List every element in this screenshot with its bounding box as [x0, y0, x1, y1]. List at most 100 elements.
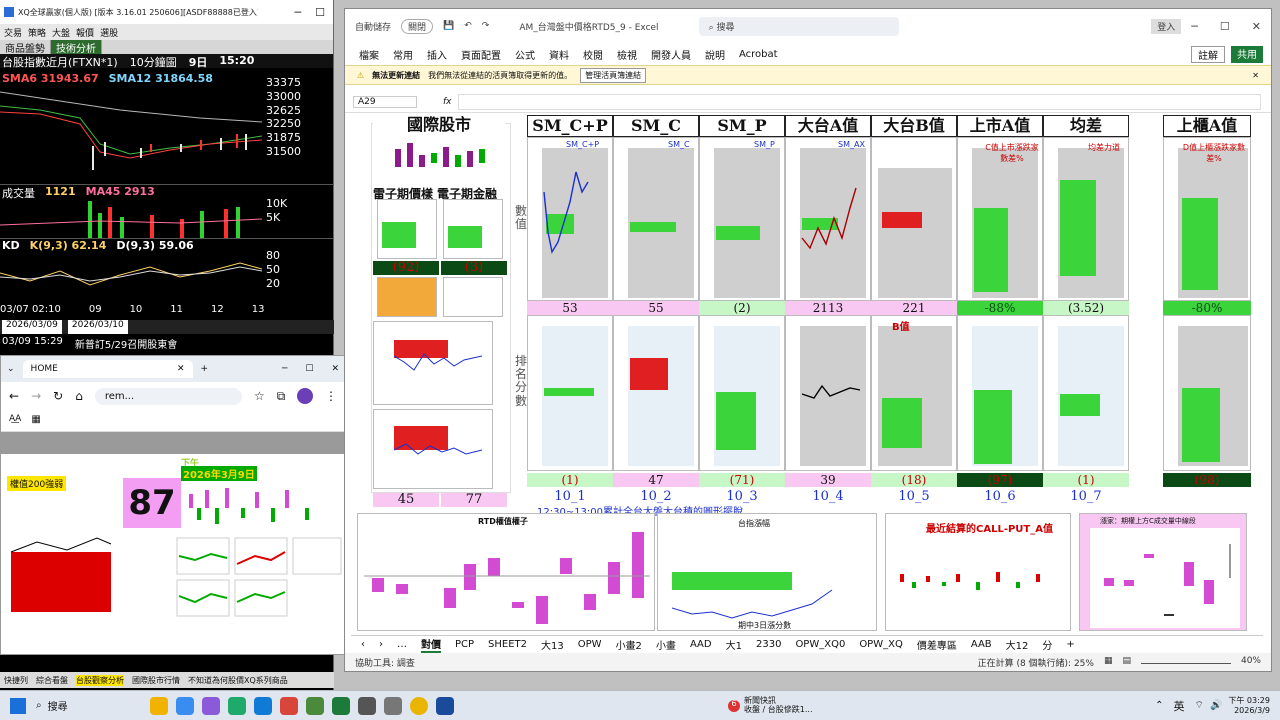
redo-icon[interactable]: ↷ — [482, 21, 490, 31]
excel-taskbar-icon[interactable] — [332, 696, 350, 715]
value-cell[interactable]: 2113 — [785, 301, 871, 315]
volume-chart[interactable]: 成交量 1121 MA45 2913 10K 5K — [0, 184, 334, 239]
chart2-avg-diff[interactable] — [1043, 315, 1129, 471]
ribbon-tab-developer[interactable]: 開發人員 — [651, 47, 691, 62]
sheet-tab[interactable]: OPW — [578, 639, 602, 650]
sheet-tab[interactable]: OPW_XQ0 — [795, 639, 845, 650]
sheet-tab[interactable]: 小畫2 — [616, 637, 642, 652]
chart-big-a[interactable]: SM_AX — [785, 137, 871, 301]
taskbar-app-icon[interactable] — [228, 696, 246, 715]
xq-menu-screener[interactable]: 選股 — [100, 26, 118, 39]
forward-icon[interactable]: → — [31, 389, 41, 403]
mini-chart-elec-1[interactable] — [377, 199, 437, 259]
chart-otc-a[interactable]: D值上櫃漲跌家數差% — [1163, 137, 1251, 301]
ribbon-tab-review[interactable]: 校閱 — [583, 47, 603, 62]
comment-button[interactable]: 註解 — [1191, 45, 1225, 63]
xq-bottom-tab[interactable]: 快捷列 — [4, 675, 28, 686]
chart2-sm-cp[interactable] — [527, 315, 613, 471]
sheet-tab[interactable]: AAD — [690, 639, 712, 650]
mini-chart-2[interactable] — [443, 277, 503, 317]
xq-bottom-tab[interactable]: 不知道為何股價XQ系列商品 — [188, 675, 288, 686]
ribbon-tab-help[interactable]: 說明 — [705, 47, 725, 62]
minimize-icon[interactable]: ─ — [282, 364, 287, 374]
kd-chart[interactable]: KD K(9,3) 62.14 D(9,3) 59.06 80 50 20 — [0, 238, 334, 304]
ribbon-tab-insert[interactable]: 插入 — [427, 47, 447, 62]
address-bar[interactable]: rem... — [94, 387, 242, 405]
bottom-chart-callput[interactable]: 最近結算的CALL-PUT_A值 — [885, 513, 1071, 631]
sheet-tab[interactable]: 大13 — [541, 637, 564, 652]
ticker-news[interactable]: 新普訂5/29召開股東會 — [75, 336, 177, 352]
zoom-level[interactable]: 40% — [1241, 656, 1261, 669]
left-value[interactable]: (3) — [441, 261, 507, 275]
zoom-slider[interactable] — [1140, 656, 1231, 664]
sheet-tab[interactable]: 小畫 — [656, 637, 676, 652]
close-icon[interactable]: ✕ — [1252, 20, 1261, 33]
minimize-icon[interactable]: ─ — [1191, 20, 1198, 33]
minimize-icon[interactable]: ─ — [295, 6, 302, 19]
xq-tab-technical[interactable]: 技術分析 — [51, 40, 102, 55]
chart-sm-c[interactable]: SM_C — [613, 137, 699, 301]
sheet-tab[interactable]: SHEET2 — [488, 639, 527, 650]
excel-title-bar[interactable]: 自動儲存 關閉 💾 ↶ ↷ AM_台灣盤中價格RTD5_9 - Excel ⌕ … — [345, 9, 1271, 43]
windows-start-icon[interactable] — [10, 697, 26, 714]
chart-avg-diff[interactable]: 均差力道 — [1043, 137, 1129, 301]
save-icon[interactable]: 💾 — [443, 21, 454, 31]
back-icon[interactable]: ← — [9, 389, 19, 403]
xq-bottom-tab[interactable]: 國際股市行情 — [132, 675, 180, 686]
clock[interactable]: 下午 03:29 2026/3/9 — [1228, 696, 1280, 715]
sheet-next-icon[interactable]: › — [379, 639, 383, 650]
share-button[interactable]: 共用 — [1231, 45, 1263, 63]
rank-cell[interactable]: (1) — [1043, 473, 1129, 487]
taskbar-app-icon[interactable] — [150, 696, 168, 715]
sheet-more-icon[interactable]: … — [397, 639, 407, 650]
taskbar-app-icon[interactable] — [384, 696, 402, 715]
chart2-big-b[interactable]: B值 — [871, 315, 957, 471]
browser-tab[interactable]: HOME ✕ — [22, 360, 193, 378]
close-warning-icon[interactable]: ✕ — [1252, 71, 1271, 80]
taskbar-app-icon[interactable] — [358, 696, 376, 715]
bottom-chart-candles[interactable]: 漲家：期權上方C成交量中線段 — [1079, 513, 1247, 631]
tab-search-icon[interactable]: ⌄ — [7, 364, 15, 374]
mini-chart-elec-2[interactable] — [443, 199, 503, 259]
rank-cell[interactable]: 47 — [613, 473, 699, 487]
taskbar-app-icon[interactable] — [254, 696, 272, 715]
chart-big-b[interactable] — [871, 137, 957, 301]
sheet-tab[interactable]: 大1 — [726, 637, 742, 652]
rank-cell[interactable]: (71) — [699, 473, 785, 487]
value-cell[interactable]: -88% — [957, 301, 1043, 315]
left-value[interactable]: 77 — [441, 493, 507, 507]
xq-tab-market[interactable]: 商品盤勢 — [0, 40, 51, 55]
chrome-taskbar-icon[interactable] — [410, 696, 428, 715]
taskbar-app-icon[interactable] — [202, 696, 220, 715]
maximize-icon[interactable]: ☐ — [305, 364, 313, 374]
value-cell[interactable]: 53 — [527, 301, 613, 315]
sign-in-button[interactable]: 登入 — [1151, 18, 1182, 34]
rank-cell[interactable]: 39 — [785, 473, 871, 487]
value-cell[interactable]: -80% — [1163, 301, 1251, 315]
page-layout-icon[interactable]: ▤ — [1122, 656, 1131, 669]
chart2-otc-a[interactable] — [1163, 315, 1251, 471]
news-widget[interactable]: 6 新聞快訊 收盤 / 台股慘跌1... — [728, 696, 813, 715]
close-icon[interactable]: ✕ — [331, 364, 339, 374]
tray-chevron-icon[interactable]: ⌃ — [1155, 700, 1163, 711]
network-icon[interactable]: ⌔ — [1195, 699, 1204, 712]
taskbar-app-icon[interactable] — [306, 696, 324, 715]
add-sheet-icon[interactable]: + — [1066, 639, 1074, 650]
value-cell[interactable]: (3.52) — [1043, 301, 1129, 315]
taskbar-app-icon[interactable] — [176, 696, 194, 715]
value-cell[interactable]: 221 — [871, 301, 957, 315]
rank-cell[interactable]: (97) — [957, 473, 1043, 487]
chart2-listed-a[interactable] — [957, 315, 1043, 471]
value-cell[interactable]: 55 — [613, 301, 699, 315]
chart-sm-p[interactable]: SM_P — [699, 137, 785, 301]
mini-chart-vix[interactable] — [377, 277, 437, 317]
xq-bottom-tab[interactable]: 台股觀察分析 — [76, 674, 124, 686]
xq-menu-trade[interactable]: 交易 — [4, 26, 22, 39]
sheet-tab[interactable]: 對價 — [421, 636, 441, 653]
ribbon-tab-file[interactable]: 檔案 — [359, 47, 379, 62]
menu-icon[interactable]: ⋮ — [325, 389, 337, 403]
taskbar-search[interactable]: ⌕ 搜尋 — [36, 698, 146, 713]
left-value[interactable]: (92) — [373, 261, 439, 275]
maximize-icon[interactable]: ☐ — [1220, 20, 1230, 33]
xq-symbol[interactable]: 台股指數近月(FTXN*1) — [2, 54, 118, 69]
